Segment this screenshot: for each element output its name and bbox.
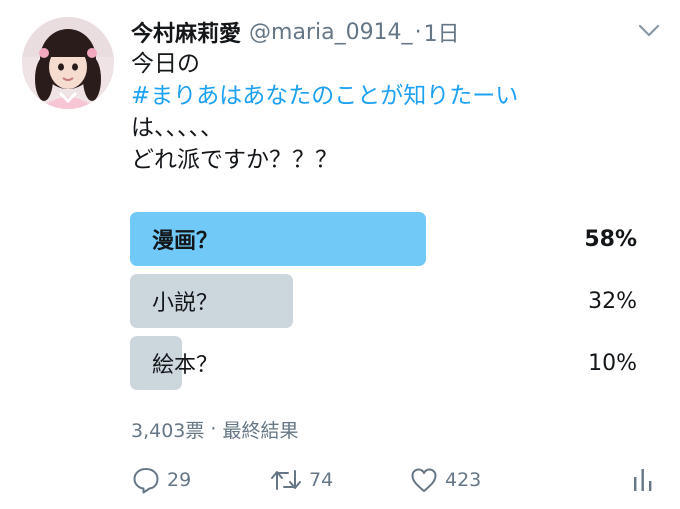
tweet: 今村麻莉愛 @maria_0914_ · 1日 今日の #まりあはあなたのことが…: [0, 0, 680, 509]
retweet-count: 74: [309, 469, 334, 491]
poll-option-picture-book: 絵本？ 10%: [130, 336, 640, 390]
tweet-text-line: どれ派ですか？？？: [131, 147, 338, 173]
heart-icon: [411, 468, 437, 492]
author-handle[interactable]: @maria_0914_: [249, 20, 413, 45]
chevron-down-icon[interactable]: [637, 22, 661, 40]
poll: 漫画？ 58% 小説？ 32% 絵本？ 10%: [130, 212, 640, 398]
like-button[interactable]: 423: [409, 460, 481, 500]
analytics-button[interactable]: [631, 460, 661, 500]
reply-icon: [133, 468, 159, 494]
poll-option-label: 漫画？: [152, 229, 219, 254]
retweet-icon: [271, 470, 301, 490]
tweet-timestamp[interactable]: 1日: [424, 16, 460, 48]
poll-option-percent: 58%: [584, 226, 637, 252]
reply-count: 29: [167, 469, 192, 491]
poll-option-manga: 漫画？ 58%: [130, 212, 640, 266]
header-separator: ·: [414, 19, 422, 45]
tweet-text-line: 今日の: [131, 51, 200, 77]
poll-status: 最終結果: [222, 419, 299, 442]
like-count: 423: [445, 469, 482, 491]
poll-option-percent: 10%: [588, 350, 637, 376]
poll-meta: 3,403票 · 最終結果: [131, 414, 298, 444]
poll-option-label: 絵本？: [152, 353, 219, 378]
poll-option-novel: 小説？ 32%: [130, 274, 640, 328]
tweet-header: 今村麻莉愛 @maria_0914_ · 1日: [131, 14, 460, 50]
poll-option-percent: 32%: [588, 288, 637, 314]
meta-separator: ·: [210, 418, 217, 440]
tweet-actions: 29 74 423: [131, 460, 661, 500]
analytics-icon: [634, 469, 652, 491]
author-name[interactable]: 今村麻莉愛: [131, 16, 241, 48]
tweet-text: 今日の #まりあはあなたのことが知りたーい は、、、、、 どれ派ですか？？？: [131, 48, 661, 176]
tweet-text-line: は、、、、、: [131, 115, 223, 141]
reply-button[interactable]: 29: [131, 460, 191, 500]
poll-vote-count: 3,403票: [131, 419, 205, 442]
hashtag-link[interactable]: #まりあはあなたのことが知りたーい: [131, 80, 661, 112]
poll-option-label: 小説？: [152, 291, 219, 316]
retweet-button[interactable]: 74: [269, 460, 333, 500]
avatar[interactable]: [22, 17, 114, 109]
